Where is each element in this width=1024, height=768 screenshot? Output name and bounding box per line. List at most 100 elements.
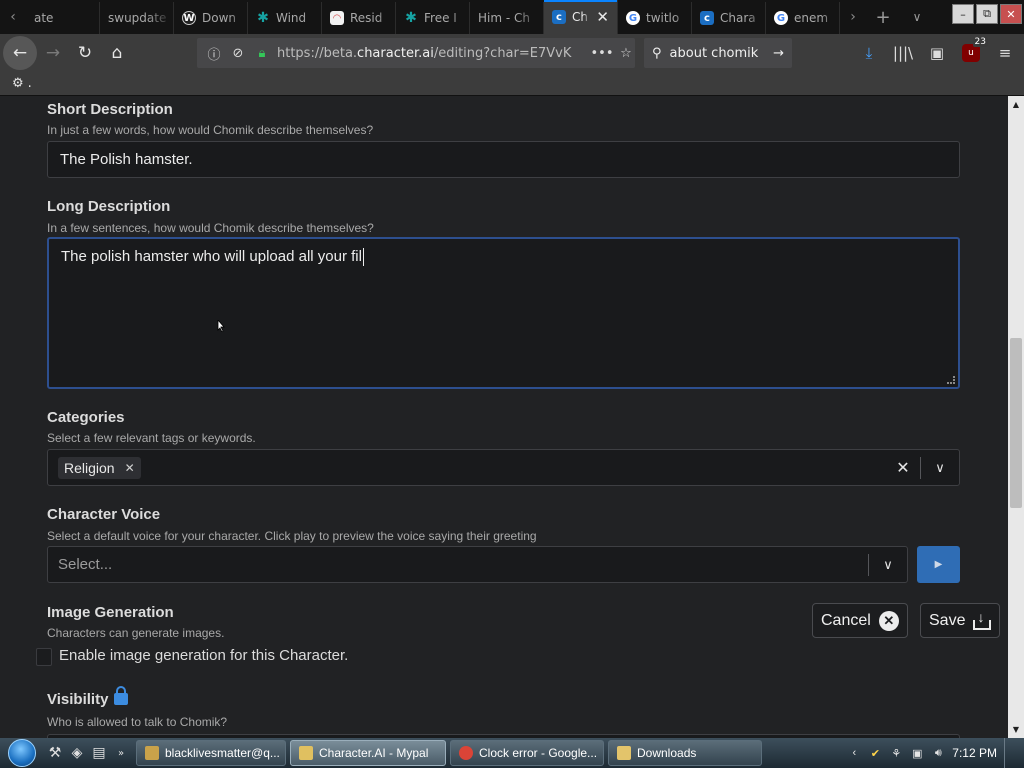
nav-bar: ← → ↻ ⌂ ⓘ ⊘ 🔒︎ https://beta.character.ai… — [0, 34, 1024, 72]
taskbar-button-chrome[interactable]: Clock error - Google... — [450, 740, 604, 766]
home-icon[interactable]: ⌂ — [101, 37, 133, 69]
forward-arrow-icon[interactable]: → — [37, 37, 69, 69]
tab-1[interactable]: swupdate — [100, 2, 174, 34]
system-tray: ‹ ✔ ⚘ ▣ 🔊︎ 7:12 PM — [847, 738, 1024, 768]
lock-icon[interactable]: 🔒︎ — [253, 46, 271, 61]
tab-list-chevron-icon[interactable]: ∨ — [900, 0, 934, 34]
info-icon[interactable]: ⓘ — [205, 44, 223, 63]
tab-title: Ch — [572, 10, 588, 24]
tab-title: swupdate — [108, 11, 167, 25]
show-desktop-icon[interactable]: ▤ — [88, 742, 110, 764]
category-chip-label: Religion — [64, 459, 115, 476]
visibility-title: Visibility — [47, 686, 129, 708]
visibility-hint: Who is allowed to talk to Chomik? — [47, 715, 228, 729]
show-desktop-button[interactable] — [1004, 738, 1014, 768]
short-description-value: The Polish hamster. — [60, 151, 193, 168]
tab-9[interactable]: c Chara — [692, 2, 766, 34]
categories-hint: Select a few relevant tags or keywords. — [47, 431, 256, 445]
page-scrollbar[interactable]: ▲ ▼ — [1008, 96, 1024, 738]
image-generation-checkbox-label[interactable]: Enable image generation for this Charact… — [59, 647, 348, 664]
minimize-icon[interactable]: – — [952, 4, 974, 24]
play-voice-button[interactable]: ▶ — [917, 546, 960, 583]
short-description-title: Short Description — [47, 101, 173, 118]
taskbar-button-email[interactable]: blacklivesmatter@q... — [136, 740, 286, 766]
permissions-icon[interactable]: ⊘ — [229, 46, 247, 61]
tab-3[interactable]: ✱ Wind — [248, 2, 322, 34]
ublock-icon[interactable]: u 23 — [960, 37, 988, 64]
clock[interactable]: 7:12 PM — [952, 746, 997, 760]
wordpress-icon: W — [182, 11, 196, 25]
taskbar-button-downloads[interactable]: Downloads — [608, 740, 762, 766]
url-bar[interactable]: ⓘ ⊘ 🔒︎ https://beta.character.ai/editing… — [197, 38, 635, 68]
search-input[interactable]: ⚲ about chomik → — [644, 38, 792, 68]
scroll-down-arrow-icon[interactable]: ▼ — [1008, 721, 1024, 738]
tab-title: ate — [34, 11, 54, 25]
search-go-arrow-icon[interactable]: → — [773, 46, 784, 61]
quick-launch-icon[interactable]: ⚒ — [44, 742, 66, 764]
bookmarks-bar: ⚙ . — [0, 72, 1024, 96]
page-actions-icon[interactable]: ••• — [591, 46, 614, 61]
tab-scroll-right-icon[interactable]: › — [840, 0, 866, 34]
bookmark-label[interactable]: . — [28, 76, 32, 91]
tab-scroll-left-icon[interactable]: ‹ — [0, 0, 26, 34]
tab-5[interactable]: ✱ Free I — [396, 2, 470, 34]
chevron-down-icon[interactable]: ∨ — [869, 557, 907, 573]
tray-expand-chevron-icon[interactable]: ‹ — [847, 746, 861, 760]
sidebar-icon[interactable]: ▣ — [926, 42, 948, 64]
start-button[interactable] — [0, 738, 44, 768]
tab-2[interactable]: W Down — [174, 2, 248, 34]
save-download-icon — [973, 609, 992, 630]
cancel-button[interactable]: Cancel ✕ — [812, 603, 908, 638]
chevron-down-icon[interactable]: ∨ — [921, 460, 959, 476]
google-icon: G — [626, 11, 640, 25]
character-voice-title: Character Voice — [47, 506, 161, 523]
tab-10[interactable]: G enem — [766, 2, 840, 34]
tab-title: Down — [202, 11, 237, 25]
short-description-input[interactable]: The Polish hamster. — [47, 141, 960, 178]
long-description-textarea[interactable]: The polish hamster who will upload all y… — [47, 237, 960, 389]
tab-active-character-ai[interactable]: c Ch ✕ — [544, 0, 618, 34]
mouse-cursor-icon — [217, 320, 225, 332]
download-icon[interactable]: ⤓ — [858, 42, 880, 64]
reload-icon[interactable]: ↻ — [69, 37, 101, 69]
restore-icon[interactable]: ⧉ — [976, 4, 998, 24]
tray-app-icon[interactable]: ✔ — [868, 746, 882, 760]
url-text[interactable]: https://beta.character.ai/editing?char=E… — [277, 46, 587, 61]
back-arrow-icon[interactable]: ← — [3, 36, 37, 70]
hamburger-menu-icon[interactable]: ≡ — [994, 42, 1016, 64]
save-button[interactable]: Save — [920, 603, 1001, 638]
volume-icon[interactable]: 🔊︎ — [931, 746, 945, 760]
voice-select[interactable]: Select... ∨ — [47, 546, 908, 583]
voice-select-controls: ∨ — [868, 547, 907, 582]
close-window-icon[interactable]: ✕ — [1000, 4, 1022, 24]
save-button-label: Save — [929, 611, 966, 629]
bookmark-star-icon[interactable]: ☆ — [617, 46, 635, 61]
image-generation-hint: Characters can generate images. — [47, 626, 225, 640]
clear-selection-icon[interactable]: ✕ — [886, 458, 920, 478]
tab-4[interactable]: ◠ Resid — [322, 2, 396, 34]
tab-title: Free I — [424, 11, 457, 25]
quick-launch-icon[interactable]: ◈ — [66, 742, 88, 764]
image-generation-title: Image Generation — [47, 604, 174, 621]
remove-chip-icon[interactable]: ✕ — [125, 461, 135, 475]
tab-8[interactable]: G twitlo — [618, 2, 692, 34]
taskbar-button-character-ai[interactable]: Character.AI - Mypal — [290, 740, 446, 766]
new-tab-icon[interactable]: + — [866, 0, 900, 34]
resize-grip-icon[interactable] — [947, 376, 955, 384]
email-icon — [145, 746, 159, 760]
page-content: Short Description In just a few words, h… — [0, 96, 1008, 738]
taskbar-button-label: Clock error - Google... — [479, 746, 598, 760]
tray-app-icon[interactable]: ⚘ — [889, 746, 903, 760]
scrollbar-thumb[interactable] — [1010, 338, 1022, 508]
image-generation-checkbox[interactable] — [36, 648, 52, 666]
bookmark-favicon-icon[interactable]: ⚙ — [12, 76, 24, 91]
quick-launch-more-icon[interactable]: » — [110, 742, 132, 764]
character-voice-hint: Select a default voice for your characte… — [47, 529, 537, 543]
scroll-up-arrow-icon[interactable]: ▲ — [1008, 96, 1024, 113]
close-tab-icon[interactable]: ✕ — [596, 8, 609, 26]
tab-6[interactable]: Him - Ch — [470, 2, 544, 34]
categories-select[interactable]: Religion ✕ ✕ ∨ — [47, 449, 960, 486]
library-icon[interactable]: |||\ — [892, 42, 914, 64]
tab-0[interactable]: ate — [26, 2, 100, 34]
network-icon[interactable]: ▣ — [910, 746, 924, 760]
